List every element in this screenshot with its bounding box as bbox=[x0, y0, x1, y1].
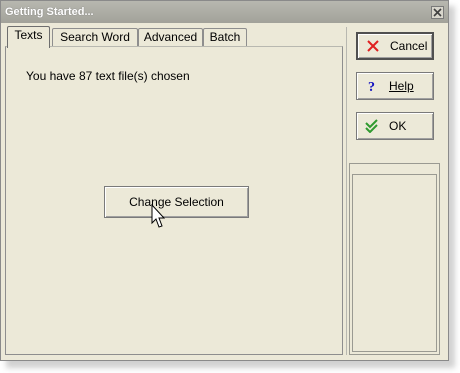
file-count-text: You have 87 text file(s) chosen bbox=[26, 69, 190, 83]
mouse-cursor-icon bbox=[151, 204, 166, 228]
title-bar[interactable]: Getting Started... bbox=[1, 1, 448, 23]
cancel-button[interactable]: Cancel bbox=[356, 32, 434, 60]
question-mark-icon: ? bbox=[365, 79, 379, 93]
svg-text:?: ? bbox=[368, 80, 375, 93]
close-icon bbox=[433, 8, 442, 17]
tab-texts[interactable]: Texts bbox=[7, 26, 50, 48]
ok-button[interactable]: OK bbox=[356, 112, 434, 140]
tab-batch[interactable]: Batch bbox=[203, 28, 247, 46]
side-preview-inner bbox=[352, 174, 437, 352]
side-preview-box bbox=[349, 163, 440, 355]
tab-advanced[interactable]: Advanced bbox=[138, 28, 203, 46]
vertical-separator bbox=[346, 27, 347, 355]
close-button[interactable] bbox=[431, 6, 444, 19]
texts-panel: You have 87 text file(s) chosen Change S… bbox=[5, 46, 343, 355]
dialog-window: Getting Started... Texts Search Word Adv… bbox=[0, 0, 449, 361]
change-selection-button[interactable]: Change Selection bbox=[104, 186, 249, 218]
help-label: Help bbox=[389, 79, 414, 93]
help-button[interactable]: ? Help bbox=[356, 72, 434, 100]
tab-search-word[interactable]: Search Word bbox=[52, 28, 138, 46]
cancel-x-icon bbox=[366, 39, 380, 53]
double-check-icon bbox=[365, 119, 379, 133]
ok-label: OK bbox=[389, 119, 407, 133]
cancel-label: Cancel bbox=[390, 39, 428, 53]
window-title: Getting Started... bbox=[5, 6, 94, 18]
